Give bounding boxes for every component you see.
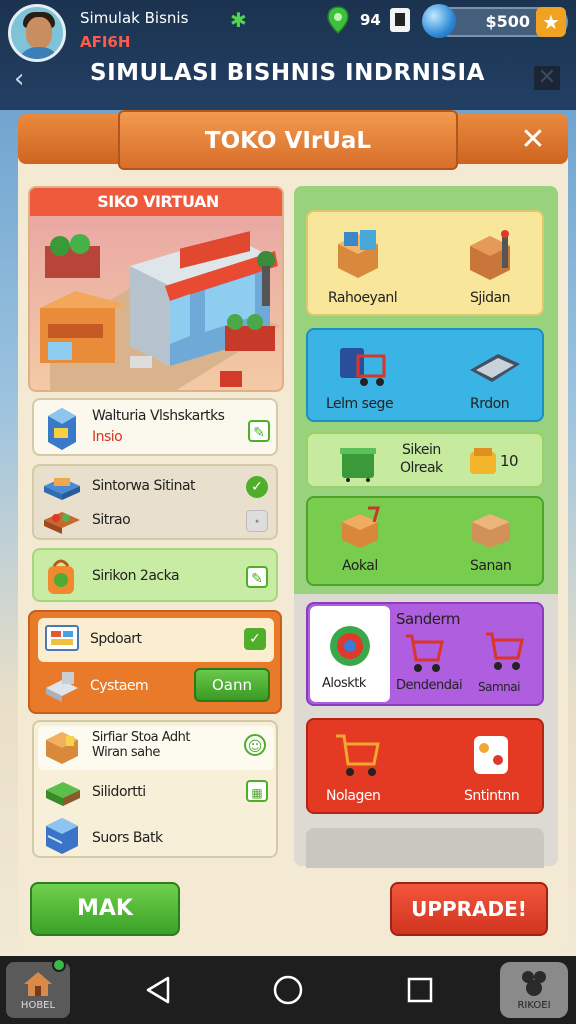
upgrade-button[interactable]: UPPRADE! xyxy=(390,882,548,936)
tile-aokal[interactable]: Aokal Sanan xyxy=(306,496,544,586)
dice-box-icon xyxy=(474,736,508,774)
tile-header: Sanderm xyxy=(396,610,461,628)
star-button[interactable]: ★ xyxy=(536,7,566,37)
tile-rahoeyanl[interactable]: Rahoeyanl Sjidan xyxy=(306,210,544,316)
cart-box-icon xyxy=(342,506,380,548)
item-price: Insio xyxy=(92,429,123,445)
item-name: Sintorwa Sitinat xyxy=(92,478,196,494)
tile-mid-label: Dendendai xyxy=(396,678,463,693)
player-level: AFI6H xyxy=(80,33,131,51)
item-subname: Cystaem xyxy=(90,678,149,694)
gem-icon xyxy=(422,4,456,38)
player-name: Simulak Bisnis xyxy=(80,9,189,27)
document-icon[interactable] xyxy=(390,8,410,32)
shop-title: SIKO VIRTUAN xyxy=(30,188,282,216)
social-button[interactable]: RIKOEI xyxy=(500,962,568,1018)
item-name-line2: Wiran sahe xyxy=(92,745,160,760)
item-name: Sirikon 2acka xyxy=(92,568,180,584)
nav-recents-icon[interactable] xyxy=(406,976,434,1004)
open-button[interactable]: Oann xyxy=(194,668,270,702)
item-name: Spdoart xyxy=(90,631,142,647)
gold-bag-icon xyxy=(470,448,496,474)
bag-icon xyxy=(48,559,74,594)
target-icon xyxy=(330,626,370,666)
tile-count: 10 xyxy=(500,452,519,470)
tray-icon xyxy=(44,478,80,500)
tile-nolagen[interactable]: Nolagen Sntintnn xyxy=(306,718,544,814)
grid-box-icon[interactable]: ▦ xyxy=(246,780,268,802)
tile-left-label: Aokal xyxy=(342,558,378,574)
screen-icon xyxy=(45,625,79,651)
item-name: Walturia Vlshskartks xyxy=(92,408,225,424)
unchecked-box-icon[interactable]: · xyxy=(246,510,268,532)
cart-icon xyxy=(406,634,444,672)
box-stack-icon xyxy=(338,230,378,278)
item-subname: Sitrao xyxy=(92,512,131,528)
tile-left-label: Alosktk xyxy=(322,676,366,691)
cart-icon xyxy=(336,734,380,776)
coin-amount: $500 xyxy=(485,12,530,31)
notification-dot xyxy=(52,958,66,972)
tile-right-label: Sntintnn xyxy=(464,788,520,804)
shop-item-sintorwa[interactable]: Sintorwa Sitinat Sitrao ✓ · xyxy=(32,464,278,540)
player-avatar[interactable] xyxy=(8,4,66,62)
smiley-icon[interactable]: ☺ xyxy=(244,734,266,756)
edit-checkbox-icon[interactable]: ✎ xyxy=(248,420,270,442)
cash-stack-icon xyxy=(46,782,80,806)
shop-item-walturia[interactable]: Walturia Vlshskartks Insio ✎ xyxy=(32,398,278,456)
people-icon xyxy=(522,971,546,996)
house-icon xyxy=(24,972,52,996)
tile-top-label: Sikein xyxy=(402,442,441,458)
edit-checkbox-icon[interactable]: ✎ xyxy=(246,566,268,588)
tile-right-label: Samnai xyxy=(478,680,520,694)
register-icon xyxy=(46,672,78,702)
store-illustration xyxy=(40,231,280,390)
item-subname: Silidortti xyxy=(92,784,146,800)
crate-icon xyxy=(46,732,78,764)
shop-item-spdoart[interactable]: Spdoart ✓ Cystaem Oann xyxy=(28,610,282,714)
cardboard-box-icon xyxy=(470,230,510,280)
nav-home-icon[interactable] xyxy=(272,974,304,1006)
tile-lelm[interactable]: Lelm sege Rrdon xyxy=(306,328,544,422)
tile-right-label: Rrdon xyxy=(470,396,510,412)
back-arrow-icon[interactable]: ‹ xyxy=(14,64,24,94)
food-tray-icon xyxy=(44,512,80,534)
green-star-icon: ✱ xyxy=(230,8,247,32)
tile-sanderm[interactable]: Alosktk Sanderm Dendendai Samnai xyxy=(306,602,544,706)
shop-item-sirfiar[interactable]: Sirfiar Stoa Adht Wiran sahe ☺ Silidortt… xyxy=(32,720,278,858)
tile-right-label: Sjidan xyxy=(470,290,511,306)
shop-item-sirikon[interactable]: Sirikon 2acka ✎ xyxy=(32,548,278,602)
bin-icon xyxy=(340,448,376,482)
game-title: SIMULASI BISHNIS INDRNISIA xyxy=(90,60,485,86)
shop-preview-card[interactable]: SIKO VIRTUAN xyxy=(28,186,284,392)
checked-icon[interactable]: ✓ xyxy=(246,476,268,498)
tile-left-label: Rahoeyanl xyxy=(328,290,398,306)
nav-back-icon[interactable] xyxy=(144,975,172,1005)
home-shortcut-button[interactable]: HOBEL xyxy=(6,958,70,1018)
shopping-cart-icon xyxy=(340,348,386,386)
modal-title: TOKO VIrUaL xyxy=(118,110,458,170)
tile-bottom-label: Olreak xyxy=(400,460,443,476)
tile-sikein[interactable]: Sikein Olreak 10 xyxy=(306,432,544,488)
item-name: Sirfiar Stoa Adht xyxy=(92,730,191,745)
tile-right-label: Sanan xyxy=(470,558,512,574)
home-label: HOBEL xyxy=(20,1000,56,1011)
checked-icon[interactable]: ✓ xyxy=(244,628,266,650)
mak-button[interactable]: MAK xyxy=(30,882,180,936)
tile-empty-slot[interactable] xyxy=(306,828,544,868)
shelf-icon xyxy=(46,818,78,854)
close-icon[interactable]: ✕ xyxy=(534,66,560,90)
box-icon xyxy=(48,408,76,450)
social-label: RIKOEI xyxy=(517,1000,551,1011)
tile-left-label: Lelm sege xyxy=(326,396,394,412)
modal-close-button[interactable]: ✕ xyxy=(510,118,556,162)
tablet-icon xyxy=(470,354,520,382)
parcel-icon xyxy=(472,514,510,548)
pin-count: 94 xyxy=(360,11,381,29)
map-pin-icon[interactable] xyxy=(326,6,350,34)
tile-left-label: Nolagen xyxy=(326,788,381,804)
item-subname-2: Suors Batk xyxy=(92,830,163,846)
cart-icon xyxy=(486,632,524,670)
